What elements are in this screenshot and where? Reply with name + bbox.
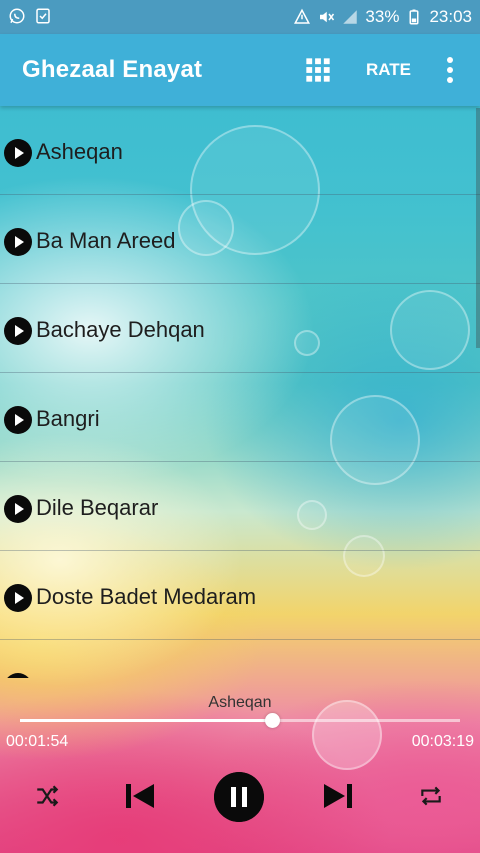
mute-icon [320, 11, 335, 23]
app-title: Ghezaal Enayat [22, 56, 203, 83]
status-bar: 33% 23:03 [0, 0, 480, 34]
song-row-bachaye-dehqan[interactable]: Bachaye Dehqan [0, 284, 480, 373]
song-row-partial[interactable] [0, 640, 480, 678]
total-time: 00:03:19 [411, 733, 474, 750]
app-bar: Ghezaal Enayat RATE [0, 34, 480, 106]
skip-next-icon[interactable] [320, 778, 356, 814]
more-vert-icon[interactable] [440, 54, 460, 86]
pause-icon[interactable] [214, 772, 264, 822]
repeat-icon[interactable] [418, 783, 444, 809]
play-circle-icon[interactable] [4, 584, 32, 612]
song-title: Bachaye Dehqan [36, 317, 205, 342]
seek-progress [20, 719, 273, 722]
song-title: Doste Badet Medaram [36, 584, 257, 609]
signal-icon [343, 10, 358, 24]
seek-thumb[interactable] [265, 713, 281, 728]
skip-previous-icon[interactable] [122, 778, 158, 814]
play-circle-icon[interactable] [4, 406, 32, 434]
battery-icon [409, 9, 419, 25]
song-title: Dile Beqarar [36, 495, 159, 520]
seek-bar[interactable] [20, 713, 460, 728]
song-row-dile-beqarar[interactable]: Dile Beqarar [0, 462, 480, 551]
song-row-asheqan[interactable]: Asheqan [0, 106, 480, 195]
song-title: Bangri [36, 406, 100, 431]
checklist-icon [36, 8, 50, 24]
play-circle-icon[interactable] [4, 495, 32, 523]
rate-button[interactable]: RATE [366, 60, 411, 80]
whatsapp-icon [9, 8, 25, 24]
play-circle-icon[interactable] [4, 228, 32, 256]
song-row-bangri[interactable]: Bangri [0, 373, 480, 462]
song-title: Asheqan [36, 139, 123, 164]
clock: 23:03 [429, 7, 472, 26]
song-row-ba-man-areed[interactable]: Ba Man Areed [0, 195, 480, 284]
music-player: Asheqan 00:01:54 00:03:19 [0, 678, 480, 853]
song-title: Ba Man Areed [36, 228, 176, 253]
song-list[interactable]: Asheqan Ba Man Areed Bachaye Dehqan Bang… [0, 106, 480, 678]
grid-icon[interactable] [304, 56, 332, 84]
data-saver-icon [294, 8, 311, 24]
play-circle-icon[interactable] [4, 139, 32, 167]
song-row-doste-badet-medaram[interactable]: Doste Badet Medaram [0, 551, 480, 640]
current-time: 00:01:54 [6, 733, 69, 750]
battery-percent: 33% [365, 7, 400, 26]
shuffle-icon[interactable] [34, 783, 60, 809]
now-playing-title: Asheqan [208, 694, 272, 711]
play-circle-icon[interactable] [4, 317, 32, 345]
scrollbar[interactable] [476, 108, 480, 348]
